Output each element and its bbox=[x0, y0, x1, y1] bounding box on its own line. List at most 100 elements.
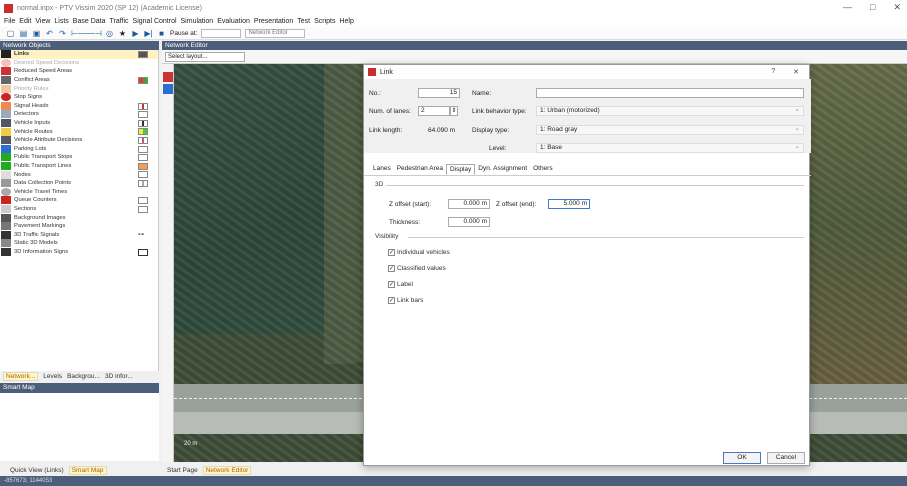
network-object-pavement-markings[interactable]: Pavement Markings bbox=[0, 222, 158, 231]
tab-network-objects[interactable]: Network... bbox=[3, 372, 39, 381]
link-bars-checkbox[interactable]: ✓ Link bars bbox=[388, 297, 423, 304]
z-end-input[interactable]: 5.000 m bbox=[548, 199, 590, 209]
3d-mode-icon[interactable]: ◎ bbox=[105, 29, 114, 38]
network-object-detectors[interactable]: Detectors bbox=[0, 110, 158, 119]
menu-base-data[interactable]: Base Data bbox=[73, 18, 106, 25]
network-object-3d-signals[interactable]: 3D Traffic Signals ⊶ bbox=[0, 230, 158, 239]
sections-toggle[interactable] bbox=[138, 205, 148, 213]
network-object-pt-lines[interactable]: Public Transport Lines bbox=[0, 162, 158, 171]
signal-heads-toggle[interactable] bbox=[138, 102, 148, 110]
network-object-data-collection[interactable]: Data Collection Points bbox=[0, 179, 158, 188]
select-tool-icon[interactable] bbox=[163, 72, 173, 82]
menu-scripts[interactable]: Scripts bbox=[314, 18, 335, 25]
network-object-vehicle-inputs[interactable]: Vehicle Inputs bbox=[0, 119, 158, 128]
lanes-spinner-icon[interactable]: ⇕ bbox=[450, 106, 458, 116]
menu-traffic[interactable]: Traffic bbox=[109, 18, 128, 25]
label-checkbox[interactable]: ✓ Label bbox=[388, 281, 413, 288]
z-start-input[interactable]: 0.000 m bbox=[448, 199, 490, 209]
open-folder-icon[interactable]: ▤ bbox=[19, 29, 28, 38]
network-object-vehicle-routes[interactable]: Vehicle Routes bbox=[0, 127, 158, 136]
menu-help[interactable]: Help bbox=[339, 18, 353, 25]
menu-edit[interactable]: Edit bbox=[19, 18, 31, 25]
network-object-nodes[interactable]: Nodes bbox=[0, 170, 158, 179]
level-select[interactable]: 1: Base bbox=[536, 143, 804, 153]
rotate-tool-icon[interactable] bbox=[163, 84, 173, 94]
play-icon[interactable]: ▶ bbox=[131, 29, 140, 38]
thickness-input[interactable]: 0.000 m bbox=[448, 217, 490, 227]
tab-levels[interactable]: Levels bbox=[43, 373, 62, 380]
network-object-travel-times[interactable]: Vehicle Travel Times bbox=[0, 187, 158, 197]
vehicle-inputs-toggle[interactable] bbox=[138, 119, 148, 127]
menu-test[interactable]: Test bbox=[297, 18, 310, 25]
network-object-priority-rules[interactable]: Priority Rules bbox=[0, 84, 158, 93]
tab-smart-map[interactable]: Smart Map bbox=[68, 466, 107, 475]
editor-select[interactable]: Network Editor bbox=[245, 28, 306, 38]
network-object-vehicle-attribute[interactable]: Vehicle Attribute Decisions bbox=[0, 136, 158, 145]
dialog-help-button[interactable]: ? bbox=[771, 68, 775, 76]
vehicle-routes-toggle[interactable] bbox=[138, 128, 148, 136]
tab-pedestrian-area[interactable]: Pedestrian Area bbox=[394, 164, 446, 175]
network-object-pt-stops[interactable]: Public Transport Stops bbox=[0, 153, 158, 162]
network-object-signal-heads[interactable]: Signal Heads bbox=[0, 101, 158, 111]
pt-stops-toggle[interactable] bbox=[138, 154, 148, 162]
menu-simulation[interactable]: Simulation bbox=[181, 18, 214, 25]
queue-counters-toggle[interactable] bbox=[138, 197, 148, 205]
cancel-button[interactable]: Cancel bbox=[767, 452, 805, 464]
network-object-links[interactable]: Links bbox=[0, 50, 158, 59]
favorites-star-icon[interactable]: ★ bbox=[118, 29, 127, 38]
speed-slider-icon[interactable]: ⊢───⊣ bbox=[71, 29, 102, 38]
new-file-icon[interactable]: ▢ bbox=[6, 29, 15, 38]
layout-select[interactable]: Select layout... bbox=[165, 52, 245, 62]
redo-icon[interactable]: ↷ bbox=[58, 29, 67, 38]
display-type-select[interactable]: 1: Road gray bbox=[536, 125, 804, 135]
save-icon[interactable]: ▣ bbox=[32, 29, 41, 38]
individual-vehicles-checkbox[interactable]: ✓ Individual vehicles bbox=[388, 249, 450, 256]
lanes-input[interactable]: 2 bbox=[418, 106, 450, 116]
menu-signal-control[interactable]: Signal Control bbox=[133, 18, 177, 25]
tab-lanes[interactable]: Lanes bbox=[370, 164, 394, 175]
tab-network-editor[interactable]: Network Editor bbox=[202, 466, 252, 475]
stop-icon[interactable]: ■ bbox=[157, 29, 166, 38]
name-input[interactable] bbox=[536, 88, 804, 98]
network-object-3d-info-signs[interactable]: 3D Information Signs bbox=[0, 247, 158, 257]
network-object-sections[interactable]: Sections bbox=[0, 204, 158, 214]
menu-lists[interactable]: Lists bbox=[54, 18, 68, 25]
detectors-toggle[interactable] bbox=[138, 111, 148, 119]
menu-file[interactable]: File bbox=[4, 18, 15, 25]
tab-start-page[interactable]: Start Page bbox=[167, 467, 198, 474]
close-button[interactable]: ✕ bbox=[893, 2, 901, 13]
nodes-toggle[interactable] bbox=[138, 171, 148, 179]
dialog-close-button[interactable]: ✕ bbox=[793, 68, 799, 76]
network-object-queue-counters[interactable]: Queue Counters bbox=[0, 196, 158, 205]
network-object-stop-signs[interactable]: Stop Signs bbox=[0, 93, 158, 102]
minimize-button[interactable]: — bbox=[843, 2, 852, 13]
network-object-desired-speed[interactable]: Desired Speed Decisions bbox=[0, 58, 158, 68]
3d-info-toggle[interactable] bbox=[138, 248, 148, 256]
maximize-button[interactable]: □ bbox=[870, 2, 875, 13]
behavior-select[interactable]: 1: Urban (motorized) bbox=[536, 106, 804, 116]
network-object-static-3d[interactable]: Static 3D Models bbox=[0, 239, 158, 248]
data-collection-toggle[interactable] bbox=[138, 179, 148, 187]
tab-quick-view[interactable]: Quick View (Links) bbox=[10, 467, 64, 474]
pt-lines-toggle[interactable] bbox=[138, 162, 148, 170]
no-input[interactable]: 15 bbox=[418, 88, 460, 98]
menu-presentation[interactable]: Presentation bbox=[254, 18, 293, 25]
vehicle-attribute-toggle[interactable] bbox=[138, 136, 148, 144]
network-object-reduced-speed[interactable]: Reduced Speed Areas bbox=[0, 67, 158, 76]
pause-at-input[interactable] bbox=[201, 28, 242, 38]
undo-icon[interactable]: ↶ bbox=[45, 29, 54, 38]
ok-button[interactable]: OK bbox=[723, 452, 761, 464]
tab-3d-info[interactable]: 3D infor... bbox=[105, 373, 133, 380]
step-icon[interactable]: ▶| bbox=[144, 29, 153, 38]
tab-others[interactable]: Others bbox=[530, 164, 556, 175]
tab-display[interactable]: Display bbox=[445, 164, 476, 175]
links-toggle[interactable] bbox=[138, 51, 148, 58]
menu-evaluation[interactable]: Evaluation bbox=[217, 18, 250, 25]
network-object-parking-lots[interactable]: Parking Lots bbox=[0, 144, 158, 154]
network-object-conflict-areas[interactable]: Conflict Areas bbox=[0, 76, 158, 85]
network-object-background-images[interactable]: Background Images bbox=[0, 213, 158, 222]
tab-dyn-assignment[interactable]: Dyn. Assignment bbox=[475, 164, 530, 175]
classified-values-checkbox[interactable]: ✓ Classified values bbox=[388, 265, 446, 272]
conflict-areas-toggle[interactable] bbox=[138, 76, 148, 84]
3d-signals-toggle[interactable]: ⊶ bbox=[138, 231, 148, 238]
